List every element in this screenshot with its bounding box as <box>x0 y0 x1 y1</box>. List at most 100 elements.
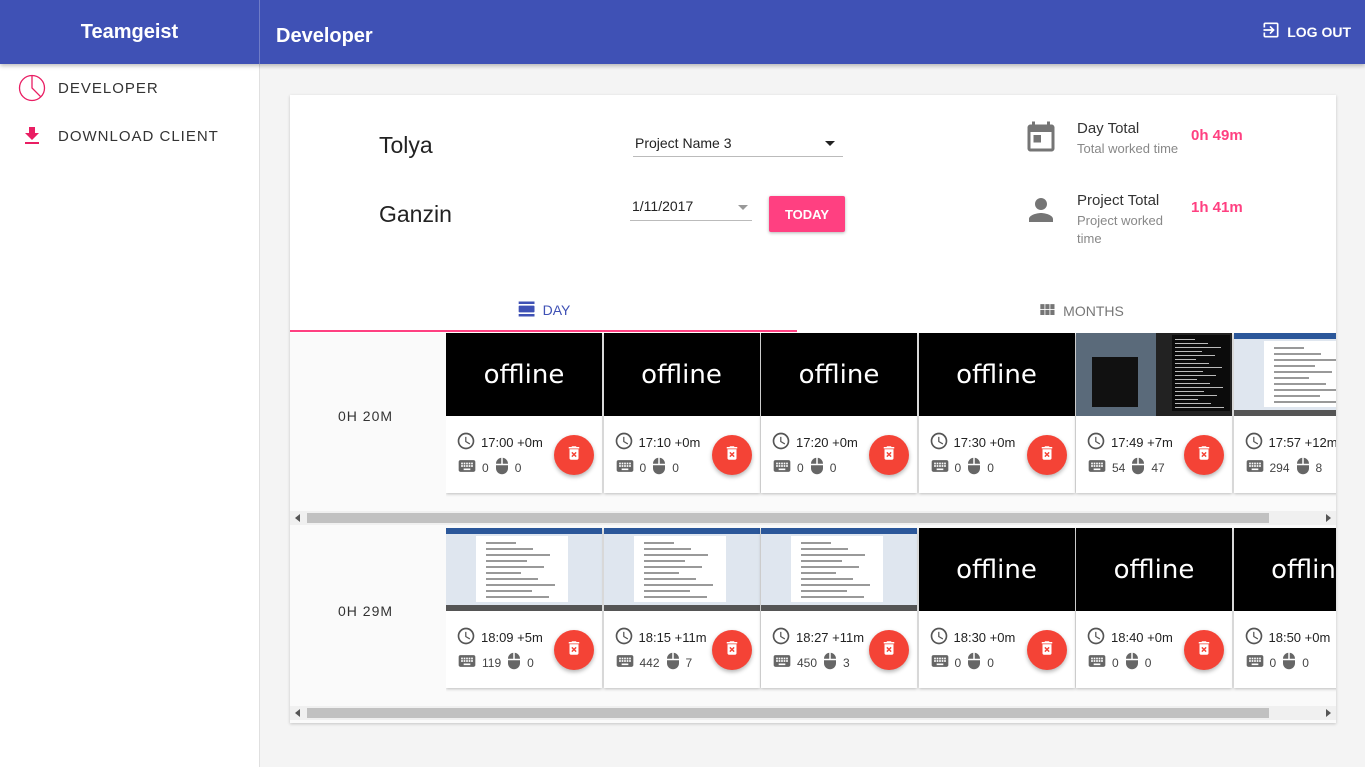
view-day-icon <box>517 299 537 322</box>
delete-icon <box>1038 443 1056 468</box>
screenshot-time: 18:40 +0m <box>1111 630 1173 645</box>
screenshot-card[interactable]: offline 18:50 +0m 0 0 <box>1233 528 1336 688</box>
keyboard-icon <box>1086 456 1108 479</box>
delete-icon <box>1195 443 1213 468</box>
click-count: 0 <box>1302 655 1309 670</box>
offline-label: offline <box>956 359 1037 390</box>
scroll-right-arrow-icon[interactable] <box>1326 709 1331 717</box>
screenshot-thumbnail[interactable]: offline <box>761 333 917 416</box>
tab-day[interactable]: DAY <box>290 290 797 332</box>
timesheet-card: Tolya Ganzin Project Name 3 1/11/2017 TO… <box>290 95 1336 723</box>
keystroke-count: 294 <box>1269 460 1290 475</box>
horizontal-scrollbar[interactable] <box>290 706 1336 720</box>
user-last-name: Ganzin <box>379 201 452 227</box>
screenshot-card[interactable]: 17:57 +12m 294 8 <box>1233 333 1336 493</box>
scrollbar-thumb[interactable] <box>307 513 1269 523</box>
keyboard-icon <box>771 456 793 479</box>
delete-icon <box>565 638 583 663</box>
delete-screenshot-button[interactable] <box>1184 435 1224 475</box>
screenshot-time: 18:27 +11m <box>796 630 865 645</box>
clock-icon <box>929 431 949 454</box>
screenshot-card[interactable]: 18:15 +11m 442 7 <box>603 528 760 688</box>
project-select[interactable]: Project Name 3 <box>633 129 843 157</box>
delete-icon <box>880 443 898 468</box>
day-total-value: 0h 49m <box>1191 127 1243 144</box>
delete-icon <box>1038 638 1056 663</box>
horizontal-scrollbar[interactable] <box>290 511 1336 525</box>
screenshot-card[interactable]: 18:09 +5m 119 0 <box>446 528 602 688</box>
screenshot-thumbnail[interactable]: offline <box>603 333 760 416</box>
click-count: 3 <box>843 655 850 670</box>
clock-icon <box>1086 431 1106 454</box>
date-value: 1/11/2017 <box>632 198 694 214</box>
sidebar-item-download-client[interactable]: DOWNLOAD CLIENT <box>0 116 260 156</box>
screenshot-time: 17:30 +0m <box>953 435 1016 450</box>
click-count: 0 <box>527 655 534 670</box>
screenshot-card[interactable]: offline 17:10 +0m 0 0 <box>603 333 760 493</box>
screenshot-card[interactable]: 18:27 +11m 450 3 <box>761 528 917 688</box>
scroll-left-arrow-icon[interactable] <box>295 514 300 522</box>
delete-screenshot-button[interactable] <box>711 435 752 475</box>
mouse-icon <box>505 650 523 675</box>
delete-screenshot-button[interactable] <box>1026 630 1067 670</box>
screenshot-thumbnail[interactable]: offline <box>918 333 1075 416</box>
keystroke-count: 442 <box>639 655 660 670</box>
keyboard-icon <box>1244 651 1266 674</box>
screenshot-card[interactable]: offline 17:30 +0m 0 0 <box>918 333 1075 493</box>
offline-label: offline <box>1271 554 1336 585</box>
delete-screenshot-button[interactable] <box>869 630 909 670</box>
tab-months[interactable]: MONTHS <box>827 290 1334 332</box>
scroll-left-arrow-icon[interactable] <box>295 709 300 717</box>
delete-screenshot-button[interactable] <box>554 630 594 670</box>
delete-screenshot-button[interactable] <box>711 630 752 670</box>
keyboard-icon <box>929 651 951 674</box>
screenshot-card[interactable]: offline 18:30 +0m 0 0 <box>918 528 1075 688</box>
screenshot-card[interactable]: offline 17:00 +0m 0 0 <box>446 333 602 493</box>
click-count: 0 <box>514 460 522 475</box>
clock-icon <box>456 431 476 454</box>
scrollbar-thumb[interactable] <box>307 708 1269 718</box>
offline-label: offline <box>798 359 880 390</box>
logout-button[interactable]: LOG OUT <box>1261 20 1351 43</box>
today-button[interactable]: TODAY <box>769 196 845 232</box>
keyboard-icon <box>614 651 636 674</box>
offline-label: offline <box>1113 554 1195 585</box>
screenshot-thumbnail[interactable]: offline <box>1076 528 1232 611</box>
view-tabs: DAY MONTHS <box>290 290 1336 332</box>
project-select-value: Project Name 3 <box>635 135 732 151</box>
screenshot-time: 17:10 +0m <box>638 435 701 450</box>
screenshot-thumbnail[interactable] <box>1233 333 1336 416</box>
delete-screenshot-button[interactable] <box>554 435 594 475</box>
keystroke-count: 0 <box>1269 655 1277 670</box>
clock-icon <box>614 626 634 649</box>
screenshot-thumbnail[interactable] <box>603 528 760 611</box>
screenshot-card[interactable]: offline 18:40 +0m 0 0 <box>1076 528 1232 688</box>
screenshot-thumbnail[interactable]: offline <box>918 528 1075 611</box>
download-icon <box>18 122 46 150</box>
keystroke-count: 54 <box>1112 460 1126 475</box>
screenshot-card[interactable]: offline 17:20 +0m 0 0 <box>761 333 917 493</box>
date-picker[interactable]: 1/11/2017 <box>630 193 752 221</box>
sidebar: DEVELOPER DOWNLOAD CLIENT <box>0 64 260 767</box>
clock-icon <box>1244 626 1264 649</box>
time-block-row: 0H 29M 18:09 +5m 119 0 18:15 +11m 442 7 18:27 … <box>290 528 1336 723</box>
delete-screenshot-button[interactable] <box>869 435 909 475</box>
tab-day-label: DAY <box>542 302 571 318</box>
screenshot-thumbnail[interactable] <box>1076 333 1232 416</box>
screenshot-thumbnail[interactable]: offline <box>1233 528 1336 611</box>
delete-screenshot-button[interactable] <box>1026 435 1067 475</box>
day-total-subtitle: Total worked time <box>1077 141 1179 156</box>
caret-down-icon <box>825 141 835 146</box>
delete-screenshot-button[interactable] <box>1184 630 1224 670</box>
mouse-icon <box>493 455 511 480</box>
keyboard-icon <box>771 651 793 674</box>
clock-icon <box>771 431 791 454</box>
screenshot-thumbnail[interactable]: offline <box>446 333 602 416</box>
scroll-right-arrow-icon[interactable] <box>1326 514 1331 522</box>
click-count: 0 <box>987 655 994 670</box>
screenshot-thumbnail[interactable] <box>446 528 602 611</box>
sidebar-item-developer[interactable]: DEVELOPER <box>0 68 260 108</box>
screenshot-thumbnail[interactable] <box>761 528 917 611</box>
screenshot-time: 17:20 +0m <box>796 435 858 450</box>
screenshot-card[interactable]: 17:49 +7m 54 47 <box>1076 333 1232 493</box>
